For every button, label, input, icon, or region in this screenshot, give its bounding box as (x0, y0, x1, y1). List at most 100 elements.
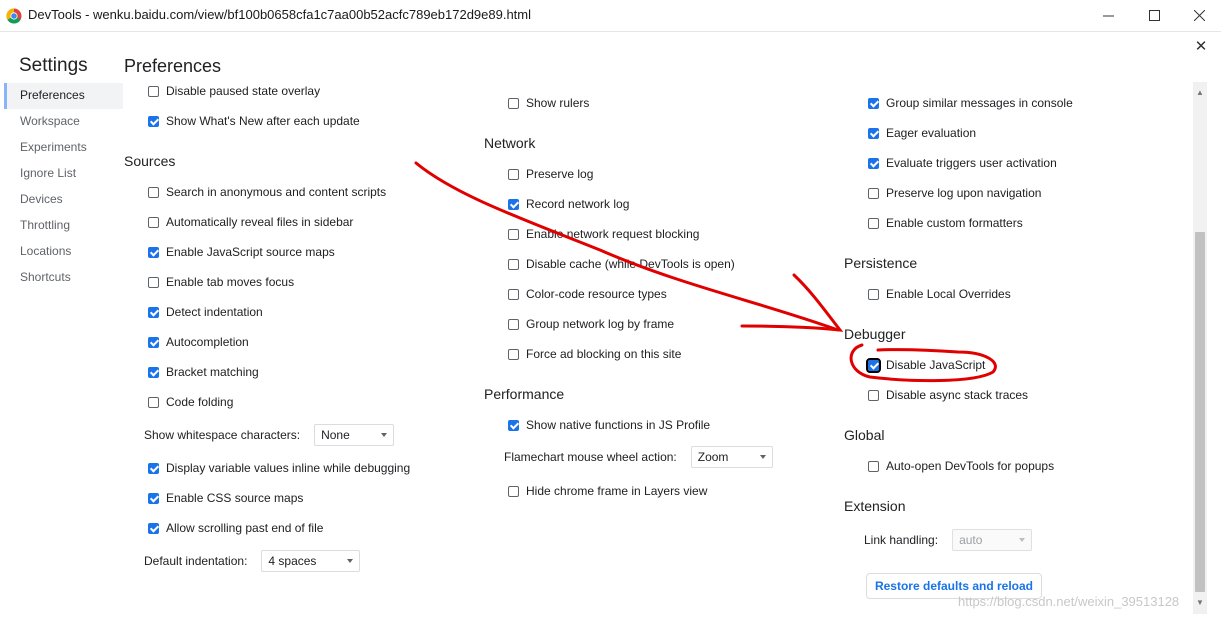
checkbox[interactable] (148, 85, 159, 97)
whitespace-label: Show whitespace characters: (144, 428, 301, 442)
setting-label: Evaluate triggers user activation (886, 156, 1057, 170)
sidebar-item-preferences[interactable]: Preferences (4, 83, 123, 109)
setting-group-by-frame[interactable]: Group network log by frame (508, 315, 674, 333)
checkbox[interactable] (508, 485, 519, 497)
checkbox[interactable] (508, 258, 519, 270)
checkbox[interactable] (148, 396, 159, 408)
checkbox[interactable] (508, 419, 519, 431)
checkbox[interactable] (148, 276, 159, 288)
maximize-icon (1148, 10, 1160, 21)
checkbox[interactable] (508, 198, 519, 210)
flamechart-select[interactable]: Zoom (690, 446, 773, 468)
checkbox[interactable] (868, 97, 879, 109)
sidebar-item-devices[interactable]: Devices (4, 187, 123, 213)
scroll-up-icon[interactable]: ▲ (1195, 88, 1205, 98)
setting-hide-chrome-frame[interactable]: Hide chrome frame in Layers view (508, 482, 707, 500)
settings-close-icon[interactable]: ✕ (1194, 39, 1208, 54)
setting-show-rulers[interactable]: Show rulers (508, 94, 589, 112)
settings-sidebar: Preferences Workspace Experiments Ignore… (4, 83, 123, 291)
checkbox[interactable] (148, 336, 159, 348)
setting-eager-evaluation[interactable]: Eager evaluation (868, 124, 976, 142)
setting-label: Code folding (166, 395, 234, 409)
sidebar-item-workspace[interactable]: Workspace (4, 109, 123, 135)
minimize-button[interactable] (1085, 0, 1131, 31)
setting-group-similar[interactable]: Group similar messages in console (868, 94, 1073, 112)
checkbox[interactable] (868, 217, 879, 229)
setting-label: Enable network request blocking (526, 227, 700, 241)
sidebar-item-experiments[interactable]: Experiments (4, 135, 123, 161)
setting-label: Enable Local Overrides (886, 287, 1011, 301)
link-handling-label: Link handling: (864, 533, 939, 547)
setting-tab-moves-focus[interactable]: Enable tab moves focus (148, 273, 294, 291)
setting-request-blocking[interactable]: Enable network request blocking (508, 225, 699, 243)
checkbox[interactable] (148, 492, 159, 504)
checkbox[interactable] (868, 127, 879, 139)
setting-reveal-files[interactable]: Automatically reveal files in sidebar (148, 213, 353, 231)
checkbox[interactable] (868, 157, 879, 169)
setting-local-overrides[interactable]: Enable Local Overrides (868, 285, 1011, 303)
setting-whitespace: Show whitespace characters: None (144, 423, 395, 447)
setting-auto-open-devtools[interactable]: Auto-open DevTools for popups (868, 457, 1054, 475)
setting-label: Group similar messages in console (886, 96, 1073, 110)
checkbox[interactable] (508, 348, 519, 360)
setting-label: Disable JavaScript (886, 358, 986, 372)
setting-css-source-maps[interactable]: Enable CSS source maps (148, 489, 303, 507)
checkbox[interactable] (148, 216, 159, 228)
setting-label: Force ad blocking on this site (526, 347, 682, 361)
checkbox[interactable] (508, 288, 519, 300)
setting-color-code[interactable]: Color-code resource types (508, 285, 667, 303)
sidebar-item-ignore-list[interactable]: Ignore List (4, 161, 123, 187)
close-window-button[interactable] (1176, 0, 1221, 31)
setting-label: Group network log by frame (526, 317, 675, 331)
checkbox[interactable] (508, 228, 519, 240)
setting-force-ad-blocking[interactable]: Force ad blocking on this site (508, 345, 681, 363)
setting-code-folding[interactable]: Code folding (148, 393, 233, 411)
checkbox[interactable] (148, 186, 159, 198)
setting-user-activation[interactable]: Evaluate triggers user activation (868, 154, 1057, 172)
setting-search-anonymous[interactable]: Search in anonymous and content scripts (148, 183, 386, 201)
checkbox[interactable] (508, 168, 519, 180)
setting-show-whats-new[interactable]: Show What's New after each update (148, 112, 360, 130)
whitespace-select[interactable]: None (314, 424, 395, 446)
setting-disable-async-traces[interactable]: Disable async stack traces (868, 386, 1028, 404)
setting-custom-formatters[interactable]: Enable custom formatters (868, 214, 1023, 232)
setting-inline-values[interactable]: Display variable values inline while deb… (148, 459, 410, 477)
setting-detect-indentation[interactable]: Detect indentation (148, 303, 263, 321)
setting-preserve-log[interactable]: Preserve log (508, 165, 593, 183)
setting-disable-javascript[interactable]: Disable JavaScript (866, 356, 986, 374)
checkbox[interactable] (508, 97, 519, 109)
checkbox[interactable] (148, 366, 159, 378)
setting-scroll-past-end[interactable]: Allow scrolling past end of file (148, 519, 323, 537)
checkbox[interactable] (148, 522, 159, 534)
checkbox[interactable] (148, 306, 159, 318)
setting-bracket-matching[interactable]: Bracket matching (148, 363, 259, 381)
scrollbar-thumb[interactable] (1195, 232, 1205, 592)
chevron-down-icon (759, 455, 766, 459)
setting-preserve-log-navigation[interactable]: Preserve log upon navigation (868, 184, 1041, 202)
checkbox[interactable] (868, 288, 879, 300)
setting-label: Eager evaluation (886, 126, 977, 140)
checkbox[interactable] (868, 460, 879, 472)
sidebar-item-shortcuts[interactable]: Shortcuts (4, 265, 123, 291)
indentation-select[interactable]: 4 spaces (261, 550, 361, 572)
maximize-button[interactable] (1131, 0, 1177, 31)
setting-label: Enable custom formatters (886, 216, 1023, 230)
setting-disable-paused-overlay[interactable]: Disable paused state overlay (148, 82, 320, 100)
window-titlebar: DevTools - wenku.baidu.com/view/bf100b06… (0, 0, 1221, 32)
scroll-down-icon[interactable]: ▼ (1195, 598, 1205, 608)
checkbox[interactable] (148, 115, 159, 127)
checkbox[interactable] (508, 318, 519, 330)
setting-autocompletion[interactable]: Autocompletion (148, 333, 249, 351)
sidebar-item-locations[interactable]: Locations (4, 239, 123, 265)
checkbox[interactable] (866, 357, 881, 373)
checkbox[interactable] (868, 389, 879, 401)
close-icon (1193, 10, 1205, 21)
setting-record-network-log[interactable]: Record network log (508, 195, 629, 213)
setting-native-functions[interactable]: Show native functions in JS Profile (508, 416, 710, 434)
checkbox[interactable] (868, 187, 879, 199)
checkbox[interactable] (148, 462, 159, 474)
checkbox[interactable] (148, 246, 159, 258)
setting-disable-cache[interactable]: Disable cache (while DevTools is open) (508, 255, 735, 273)
setting-js-source-maps[interactable]: Enable JavaScript source maps (148, 243, 335, 261)
sidebar-item-throttling[interactable]: Throttling (4, 213, 123, 239)
